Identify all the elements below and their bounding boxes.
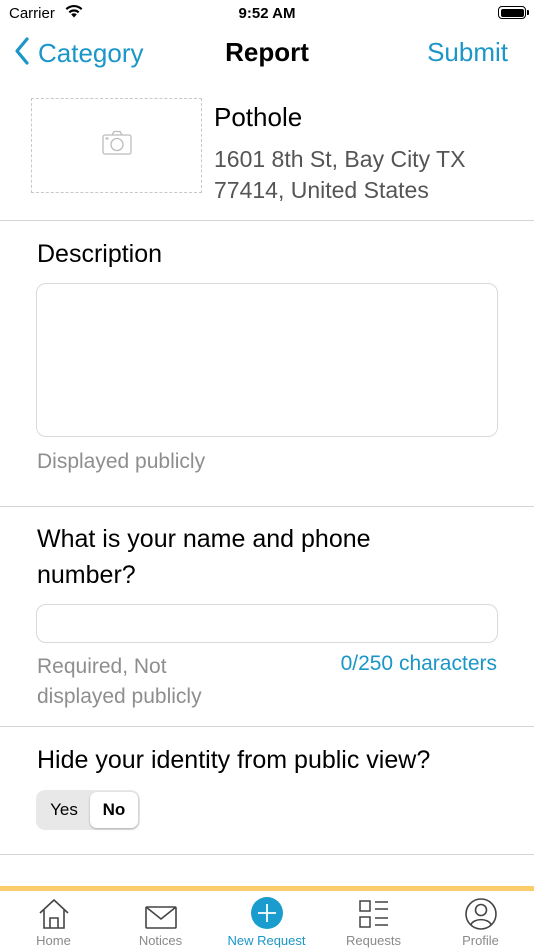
description-input[interactable] bbox=[36, 283, 498, 437]
tab-requests-label: Requests bbox=[346, 933, 401, 948]
identity-segmented-control: Yes No bbox=[36, 790, 140, 830]
list-icon bbox=[357, 891, 391, 931]
tab-new-request[interactable]: New Request bbox=[213, 891, 320, 950]
tab-profile-label: Profile bbox=[462, 933, 499, 948]
contact-hint: Required, Not displayed publicly bbox=[37, 655, 202, 708]
photo-placeholder[interactable] bbox=[31, 98, 202, 193]
identity-yes-option[interactable]: Yes bbox=[38, 792, 90, 828]
plus-circle-icon bbox=[249, 891, 285, 931]
tab-home[interactable]: Home bbox=[0, 891, 107, 950]
divider bbox=[0, 726, 534, 727]
tab-profile[interactable]: Profile bbox=[427, 891, 534, 950]
status-time: 9:52 AM bbox=[238, 5, 296, 22]
tab-new-request-label: New Request bbox=[227, 933, 306, 948]
description-hint: Displayed publicly bbox=[37, 450, 206, 473]
submit-button[interactable]: Submit bbox=[427, 37, 508, 68]
home-icon bbox=[37, 891, 71, 931]
camera-icon bbox=[101, 130, 132, 161]
status-bar: Carrier 9:52 AM bbox=[0, 0, 534, 30]
person-icon bbox=[464, 891, 498, 931]
envelope-icon bbox=[144, 891, 178, 931]
character-counter: 0/250 characters bbox=[340, 652, 497, 675]
report-address: 1601 8th St, Bay City TX 77414, United S… bbox=[214, 146, 466, 203]
tab-bar: Home Notices New Request Requests Profil… bbox=[0, 891, 534, 950]
divider bbox=[0, 854, 534, 855]
tab-requests[interactable]: Requests bbox=[320, 891, 427, 950]
identity-no-option[interactable]: No bbox=[90, 792, 138, 828]
category-name: Pothole bbox=[214, 102, 303, 132]
tab-notices[interactable]: Notices bbox=[107, 891, 214, 950]
contact-input[interactable] bbox=[36, 604, 498, 643]
contact-label: What is your name and phone number? bbox=[37, 525, 371, 589]
tab-notices-label: Notices bbox=[138, 933, 183, 948]
divider bbox=[0, 220, 534, 221]
divider bbox=[0, 506, 534, 507]
description-label: Description bbox=[37, 240, 163, 268]
tab-home-label: Home bbox=[36, 933, 71, 948]
identity-label: Hide your identity from public view? bbox=[37, 746, 431, 774]
battery-icon bbox=[498, 6, 529, 19]
